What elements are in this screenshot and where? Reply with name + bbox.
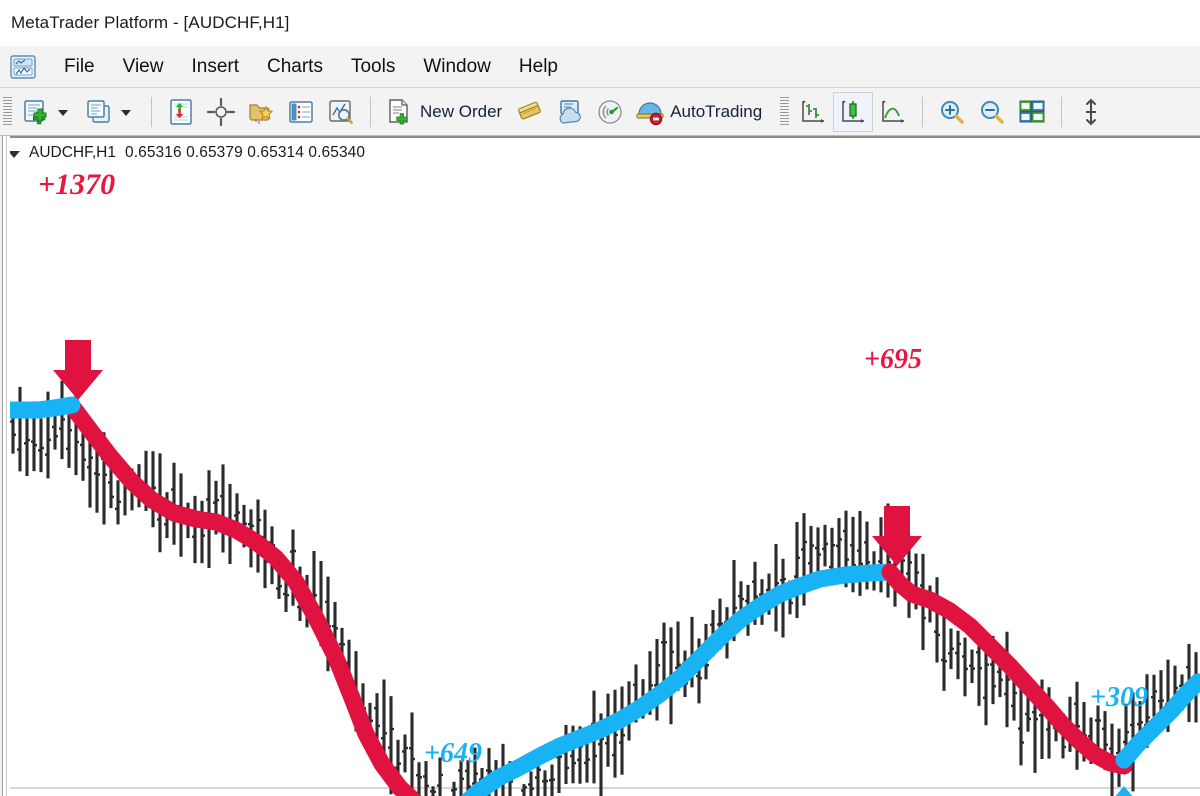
autotrading-button[interactable]: AutoTrading bbox=[630, 92, 770, 132]
autotrading-icon bbox=[635, 97, 665, 127]
chart-plot-area[interactable] bbox=[0, 168, 1200, 796]
line-chart-icon bbox=[878, 97, 908, 127]
zoom-out-icon bbox=[977, 97, 1007, 127]
menu-item-insert[interactable]: Insert bbox=[177, 54, 253, 80]
chart-svg bbox=[0, 168, 1200, 796]
indicators-icon bbox=[166, 97, 196, 127]
annotation-buy-309: +309 bbox=[1090, 682, 1148, 713]
metaeditor-button[interactable] bbox=[550, 92, 590, 132]
data-window-button[interactable] bbox=[321, 92, 361, 132]
zoom-in-icon bbox=[937, 97, 967, 127]
bar-chart-button[interactable] bbox=[793, 92, 833, 132]
candlestick-chart-icon bbox=[838, 97, 868, 127]
tile-windows-icon bbox=[1017, 97, 1047, 127]
menu-item-help[interactable]: Help bbox=[505, 54, 572, 80]
candlestick-chart-button[interactable] bbox=[833, 91, 874, 132]
crosshair-button[interactable] bbox=[201, 92, 241, 132]
chart-profiles-icon bbox=[84, 97, 114, 127]
zoom-in-button[interactable] bbox=[932, 92, 972, 132]
profiles-button[interactable] bbox=[79, 92, 142, 132]
objects-button[interactable] bbox=[241, 92, 281, 132]
tile-windows-button[interactable] bbox=[1012, 92, 1052, 132]
menu-item-file[interactable]: File bbox=[50, 54, 109, 80]
metatrader-logo-icon bbox=[8, 53, 38, 81]
toolbar-separator bbox=[922, 96, 924, 127]
annotation-buy-649: +649 bbox=[424, 738, 482, 769]
chart-ohlc-quotes: 0.65316 0.65379 0.65314 0.65340 bbox=[124, 144, 366, 161]
toolbar-separator bbox=[370, 96, 371, 127]
annotation-sell-1370: +1370 bbox=[38, 168, 116, 201]
objects-icon bbox=[246, 97, 276, 127]
zoom-out-button[interactable] bbox=[972, 92, 1012, 132]
vertical-scale-button[interactable] bbox=[1071, 92, 1111, 132]
signals-button[interactable] bbox=[590, 92, 630, 132]
chevron-down-icon[interactable] bbox=[8, 150, 20, 158]
strategy-tester-icon bbox=[515, 97, 545, 127]
new-chart-dropdown-caret[interactable] bbox=[58, 110, 68, 116]
chart-header: AUDCHF,H1 0.65316 0.65379 0.65314 0.6534… bbox=[0, 138, 1200, 168]
autotrading-label: AutoTrading bbox=[670, 101, 763, 121]
metatrader-window: MetaTrader Platform - [AUDCHF,H1] File V… bbox=[0, 0, 1200, 796]
menu-bar: File View Insert Charts Tools Window Hel… bbox=[0, 46, 1200, 88]
trend-segment bbox=[0, 396, 81, 419]
chart-symbol-period: AUDCHF,H1 bbox=[29, 144, 116, 161]
indicators-button[interactable] bbox=[161, 92, 201, 132]
vertical-scale-icon bbox=[1076, 97, 1106, 127]
toolbar-grip-handle[interactable] bbox=[780, 96, 790, 127]
window-title: MetaTrader Platform - [AUDCHF,H1] bbox=[11, 13, 290, 32]
new-chart-icon bbox=[21, 97, 51, 127]
bar-chart-icon bbox=[798, 97, 828, 127]
new-chart-button[interactable] bbox=[16, 92, 79, 132]
profiles-dropdown-caret[interactable] bbox=[121, 110, 131, 116]
new-order-icon bbox=[385, 97, 415, 127]
line-chart-button[interactable] bbox=[873, 92, 913, 132]
main-toolbar: New Order AutoTrading bbox=[0, 88, 1200, 136]
market-watch-button[interactable] bbox=[281, 92, 321, 132]
toolbar-separator bbox=[1061, 96, 1063, 127]
annotation-sell-695: +695 bbox=[864, 344, 922, 375]
signals-icon bbox=[595, 97, 625, 127]
menu-item-window[interactable]: Window bbox=[409, 54, 505, 80]
menu-item-view[interactable]: View bbox=[109, 54, 178, 80]
strategy-tester-button[interactable] bbox=[510, 92, 550, 132]
new-order-label: New Order bbox=[420, 101, 503, 121]
market-watch-icon bbox=[286, 97, 316, 127]
menu-item-charts[interactable]: Charts bbox=[253, 54, 337, 80]
menu-item-tools[interactable]: Tools bbox=[337, 54, 409, 80]
toolbar-separator bbox=[151, 96, 152, 127]
crosshair-icon bbox=[206, 97, 236, 127]
data-window-icon bbox=[326, 97, 356, 127]
chart-window: AUDCHF,H1 0.65316 0.65379 0.65314 0.6534… bbox=[0, 136, 1200, 796]
metaeditor-icon bbox=[555, 97, 585, 127]
new-order-button[interactable]: New Order bbox=[380, 92, 510, 132]
title-bar: MetaTrader Platform - [AUDCHF,H1] bbox=[0, 0, 1200, 46]
toolbar-grip-handle[interactable] bbox=[3, 96, 12, 127]
